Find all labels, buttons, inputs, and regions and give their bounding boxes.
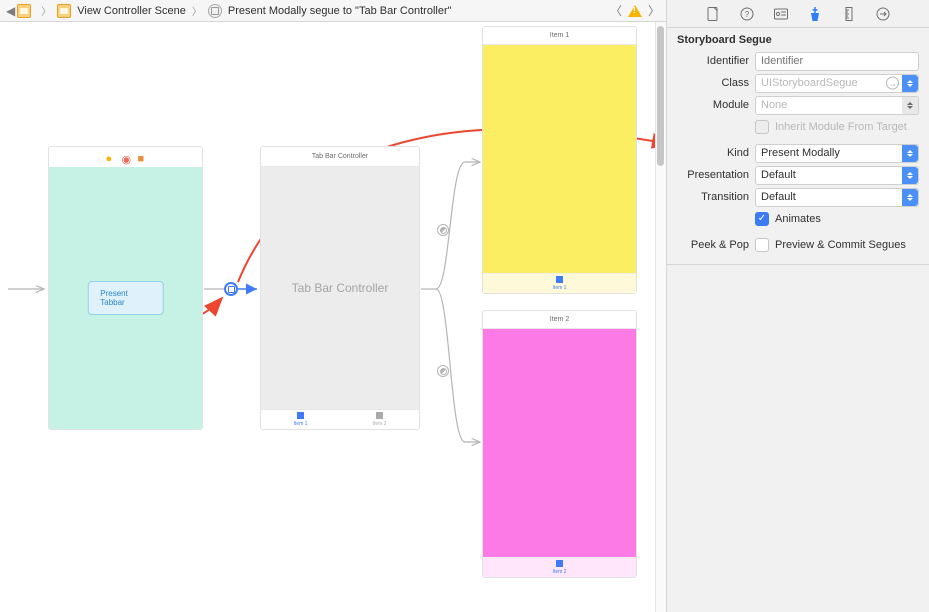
tabbar-item: Item 2 — [340, 410, 419, 429]
presentation-value: Default — [761, 169, 796, 181]
chevron-right-icon: 〉 — [192, 3, 202, 18]
tabbar-item-label: Item 1 — [553, 285, 567, 291]
label-peek-pop: Peek & Pop — [677, 239, 749, 251]
scene-child-tabbar: Item 2 — [483, 557, 636, 577]
dropdown-caret-icon[interactable] — [902, 145, 918, 162]
breadcrumb-scene[interactable]: View Controller Scene — [77, 5, 186, 17]
size-inspector-tab-icon[interactable] — [841, 6, 857, 22]
breadcrumb-segue[interactable]: Present Modally segue to "Tab Bar Contro… — [228, 5, 452, 17]
scroll-thumb[interactable] — [657, 26, 664, 166]
kind-value: Present Modally — [761, 147, 840, 159]
scene-vc-titlebar: ● ◉ ■ — [49, 147, 202, 167]
help-inspector-tab-icon[interactable]: ? — [739, 6, 755, 22]
jump-prev-icon[interactable]: 〈 — [610, 2, 622, 19]
chevron-right-icon: 〉 — [41, 3, 51, 18]
storyboard-file-icon — [17, 4, 31, 18]
tabbar-item-label: Item 2 — [553, 569, 567, 575]
label-identifier: Identifier — [677, 55, 749, 67]
label-kind: Kind — [677, 147, 749, 159]
segue-badge-icon[interactable] — [224, 282, 238, 296]
inspector-tab-bar: ? — [667, 0, 929, 28]
scene-item-2[interactable]: Item 2 Item 2 — [482, 310, 637, 578]
scene-vc-view[interactable]: Present Tabbar — [49, 167, 202, 429]
svg-text:?: ? — [745, 10, 750, 19]
label-animates: Animates — [775, 213, 821, 225]
scene-exit-icon: ■ — [138, 153, 146, 161]
tabbar-item-label: Item 1 — [294, 421, 308, 427]
file-inspector-tab-icon[interactable] — [705, 6, 721, 22]
tabbar-item-label: Item 2 — [373, 421, 387, 427]
label-transition: Transition — [677, 191, 749, 203]
presentation-select[interactable]: Default — [755, 166, 919, 185]
storyboard-canvas[interactable]: ● ◉ ■ Present Tabbar Tab Bar Controller … — [0, 22, 666, 612]
class-jump-icon[interactable]: → — [886, 77, 899, 90]
segue-item-icon — [208, 4, 222, 18]
inspector-section-title: Storyboard Segue — [667, 28, 929, 50]
storyboard-scene-icon — [57, 4, 71, 18]
tabbar-item-icon — [556, 276, 563, 283]
label-inherit-module: Inherit Module From Target — [775, 121, 907, 133]
dropdown-caret-icon[interactable] — [902, 75, 918, 92]
jump-next-icon[interactable]: 〉 — [648, 2, 660, 19]
module-placeholder: None — [761, 99, 787, 111]
identity-inspector-tab-icon[interactable] — [773, 6, 789, 22]
label-class: Class — [677, 77, 749, 89]
identifier-field[interactable] — [755, 52, 919, 71]
relationship-badge-icon[interactable] — [437, 365, 449, 377]
scene-first-responder-icon: ◉ — [122, 153, 130, 161]
class-field[interactable]: UIStoryboardSegue → — [755, 74, 919, 93]
scene-dot-icon: ● — [106, 153, 114, 161]
dropdown-caret-icon[interactable] — [902, 97, 918, 114]
tabbar-item-icon — [376, 412, 383, 419]
label-presentation: Presentation — [677, 169, 749, 181]
tabbar-item-icon — [556, 560, 563, 567]
warning-icon[interactable] — [628, 5, 642, 17]
module-field[interactable]: None — [755, 96, 919, 115]
class-placeholder: UIStoryboardSegue — [761, 77, 858, 89]
scene-tab-body: Tab Bar Controller — [261, 167, 419, 409]
transition-select[interactable]: Default — [755, 188, 919, 207]
canvas-scrollbar[interactable] — [655, 22, 666, 612]
label-preview-commit: Preview & Commit Segues — [775, 239, 906, 251]
scene-child-title: Item 2 — [483, 311, 636, 329]
scene-item-1[interactable]: Item 1 Item 1 — [482, 26, 637, 294]
scene-view-controller[interactable]: ● ◉ ■ Present Tabbar — [48, 146, 203, 430]
scene-child-body[interactable] — [483, 45, 636, 273]
kind-select[interactable]: Present Modally — [755, 144, 919, 163]
scene-child-tabbar: Item 1 — [483, 273, 636, 293]
scene-child-body[interactable] — [483, 329, 636, 557]
scene-tab-title: Tab Bar Controller — [261, 147, 419, 167]
jump-bar: ◀ 〉 View Controller Scene 〉 Present Moda… — [0, 0, 666, 22]
scene-tab-tabbar: Item 1 Item 2 — [261, 409, 419, 429]
dropdown-caret-icon[interactable] — [902, 189, 918, 206]
scene-child-title: Item 1 — [483, 27, 636, 45]
preview-commit-checkbox[interactable] — [755, 238, 769, 252]
scene-tabbar-controller[interactable]: Tab Bar Controller Tab Bar Controller It… — [260, 146, 420, 430]
dropdown-caret-icon[interactable] — [902, 167, 918, 184]
tabbar-item: Item 1 — [261, 410, 340, 429]
inspector-divider — [667, 264, 929, 265]
attributes-inspector-tab-icon[interactable] — [807, 6, 823, 22]
transition-value: Default — [761, 191, 796, 203]
connections-inspector-tab-icon[interactable] — [875, 6, 891, 22]
inspector-panel: ? Storyboard Segue Identifier Class UISt… — [666, 0, 929, 612]
animates-checkbox[interactable] — [755, 212, 769, 226]
inherit-module-checkbox — [755, 120, 769, 134]
label-module: Module — [677, 99, 749, 111]
tabbar-item-icon — [297, 412, 304, 419]
back-arrow-icon[interactable]: ◀ — [6, 4, 15, 18]
relationship-badge-icon[interactable] — [437, 224, 449, 236]
present-tabbar-button[interactable]: Present Tabbar — [87, 281, 164, 315]
